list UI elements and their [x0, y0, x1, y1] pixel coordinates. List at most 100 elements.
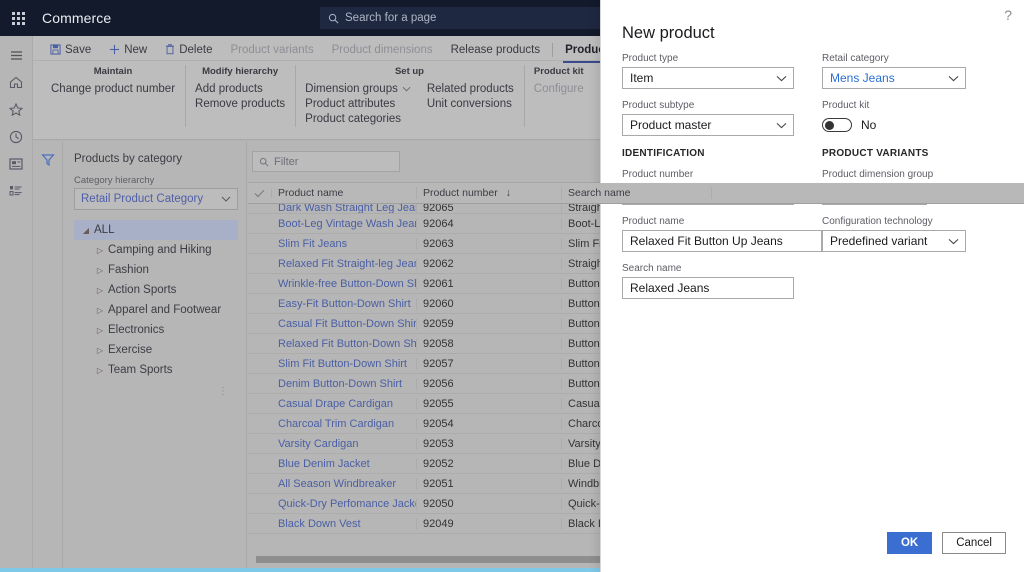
cell-product-name[interactable]: Denim Button-Down Shirt — [272, 377, 417, 390]
product-type-select[interactable]: Item — [622, 67, 794, 89]
command-product-attributes[interactable]: Product attributes — [305, 98, 411, 110]
caret-collapsed-icon[interactable]: ▷ — [92, 326, 108, 335]
cell-product-name[interactable]: Blue Denim Jacket — [272, 457, 417, 470]
new-button[interactable]: New — [100, 39, 156, 61]
caret-expanded-icon[interactable]: ◢ — [78, 226, 94, 235]
caret-collapsed-icon[interactable]: ▷ — [92, 266, 108, 275]
ribbon-group-maintain: Maintain Change product number — [41, 61, 185, 135]
tree-node-action-sports-label: Action Sports — [108, 284, 177, 296]
product-number-label: Product number — [622, 169, 694, 180]
cell-product-number: 92060 — [417, 297, 562, 310]
cell-product-name[interactable]: Varsity Cardigan — [272, 437, 417, 450]
column-header-product-name[interactable]: Product name — [272, 187, 417, 199]
delete-button[interactable]: Delete — [156, 39, 221, 61]
caret-collapsed-icon[interactable]: ▷ — [92, 306, 108, 315]
command-remove-products[interactable]: Remove products — [195, 98, 285, 110]
ok-button[interactable]: OK — [886, 532, 933, 554]
plus-icon — [109, 44, 120, 55]
tree-node-apparel-and-footwear[interactable]: ▷ Apparel and Footwear — [74, 300, 238, 320]
tree-node-camping-and-hiking[interactable]: ▷ Camping and Hiking — [74, 240, 238, 260]
grid-filter-placeholder: Filter — [274, 155, 299, 168]
delete-label: Delete — [179, 43, 213, 56]
caret-collapsed-icon[interactable]: ▷ — [92, 286, 108, 295]
command-add-products[interactable]: Add products — [195, 83, 285, 95]
list-icon[interactable] — [0, 177, 33, 204]
dialog-title: New product — [622, 24, 715, 42]
save-button[interactable]: Save — [41, 39, 100, 61]
hamburger-menu-icon[interactable] — [0, 42, 33, 69]
clock-icon[interactable] — [0, 123, 33, 150]
search-icon — [259, 157, 269, 167]
command-unit-conversions[interactable]: Unit conversions — [427, 98, 514, 110]
product-kit-toggle[interactable] — [822, 118, 852, 132]
product-type-label: Product type — [622, 53, 679, 64]
tree-node-action-sports[interactable]: ▷ Action Sports — [74, 280, 238, 300]
ribbon-group-product-kit-title: Product kit — [533, 66, 584, 77]
app-title: Commerce — [42, 10, 112, 26]
cancel-button[interactable]: Cancel — [942, 532, 1006, 554]
column-header-product-number[interactable]: Product number ↓ — [417, 187, 562, 199]
cell-product-name[interactable]: Relaxed Fit Button-Down Shirt — [272, 337, 417, 350]
category-pane: Products by category Category hierarchy … — [64, 141, 247, 572]
cell-product-name[interactable]: Charcoal Trim Cardigan — [272, 417, 417, 430]
chevron-down-icon — [776, 75, 787, 82]
category-hierarchy-select[interactable]: Retail Product Category — [74, 188, 238, 210]
caret-collapsed-icon[interactable]: ▷ — [92, 366, 108, 375]
select-all-checkmark-icon[interactable] — [248, 188, 272, 198]
command-configure[interactable]: Configure — [534, 83, 584, 95]
caret-collapsed-icon[interactable]: ▷ — [92, 346, 108, 355]
workspace-icon[interactable] — [0, 150, 33, 177]
app-launcher-icon[interactable] — [0, 0, 36, 36]
tab-product-variants[interactable]: Product variants — [221, 39, 322, 61]
command-dimension-groups[interactable]: Dimension groups — [305, 83, 411, 95]
star-icon[interactable] — [0, 96, 33, 123]
search-name-input[interactable]: Relaxed Jeans — [622, 277, 794, 299]
ribbon-group-modify-hierarchy-title: Modify hierarchy — [202, 66, 279, 77]
tree-node-team-sports[interactable]: ▷ Team Sports — [74, 360, 238, 380]
cell-product-name[interactable]: Slim Fit Jeans — [272, 237, 417, 250]
column-header-search-name[interactable]: Search name — [562, 187, 712, 199]
tree-node-electronics-label: Electronics — [108, 324, 165, 336]
configuration-technology-select[interactable]: Predefined variant — [822, 230, 966, 252]
identification-section-header: IDENTIFICATION — [622, 148, 705, 159]
cell-product-name[interactable]: Boot-Leg Vintage Wash Jeans — [272, 217, 417, 230]
cell-product-name[interactable]: Slim Fit Button-Down Shirt — [272, 357, 417, 370]
category-hierarchy-label: Category hierarchy — [74, 175, 155, 186]
product-subtype-select[interactable]: Product master — [622, 114, 794, 136]
cell-product-name[interactable]: Quick-Dry Perfomance Jacket — [272, 497, 417, 510]
category-pane-title: Products by category — [74, 153, 183, 165]
command-product-categories[interactable]: Product categories — [305, 113, 411, 125]
command-change-product-number[interactable]: Change product number — [51, 83, 175, 95]
cell-product-name[interactable]: Casual Drape Cardigan — [272, 397, 417, 410]
funnel-icon[interactable] — [40, 153, 55, 572]
overflow-dots-icon[interactable]: ⋮ — [74, 386, 238, 397]
field-configuration-technology: Configuration technology Predefined vari… — [822, 215, 994, 252]
cell-product-name[interactable]: Casual Fit Button-Down Shirt — [272, 317, 417, 330]
tree-node-team-sports-label: Team Sports — [108, 364, 173, 376]
tree-node-fashion[interactable]: ▷ Fashion — [74, 260, 238, 280]
cell-product-number: 92063 — [417, 237, 562, 250]
cell-product-name[interactable]: Black Down Vest — [272, 517, 417, 530]
tree-node-exercise[interactable]: ▷ Exercise — [74, 340, 238, 360]
command-remove-products-label: Remove products — [195, 98, 286, 110]
tab-product-dimensions[interactable]: Product dimensions — [323, 39, 442, 61]
cell-product-name[interactable]: All Season Windbreaker — [272, 477, 417, 490]
command-product-categories-label: Product categories — [305, 113, 402, 125]
product-dimension-group-label: Product dimension group — [822, 169, 934, 180]
cell-product-name[interactable]: Easy-Fit Button-Down Shirt — [272, 297, 417, 310]
grid-filter-input[interactable]: Filter — [252, 151, 400, 172]
cell-product-number: 92053 — [417, 437, 562, 450]
product-name-input[interactable]: Relaxed Fit Button Up Jeans — [622, 230, 822, 252]
tree-node-electronics[interactable]: ▷ Electronics — [74, 320, 238, 340]
question-mark-icon[interactable]: ? — [1004, 8, 1012, 22]
tab-release-products[interactable]: Release products — [442, 39, 550, 61]
tree-node-all[interactable]: ◢ ALL — [74, 220, 238, 240]
cell-product-name[interactable]: Wrinkle-free Button-Down Shirt — [272, 277, 417, 290]
caret-collapsed-icon[interactable]: ▷ — [92, 246, 108, 255]
retail-category-select[interactable]: Mens Jeans — [822, 67, 966, 89]
command-related-products[interactable]: Related products — [427, 83, 514, 95]
cell-product-name[interactable]: Relaxed Fit Straight-leg Jeans — [272, 257, 417, 270]
field-search-name: Search name Relaxed Jeans — [622, 262, 794, 299]
tab-release-products-label: Release products — [450, 43, 541, 56]
home-icon[interactable] — [0, 69, 33, 96]
